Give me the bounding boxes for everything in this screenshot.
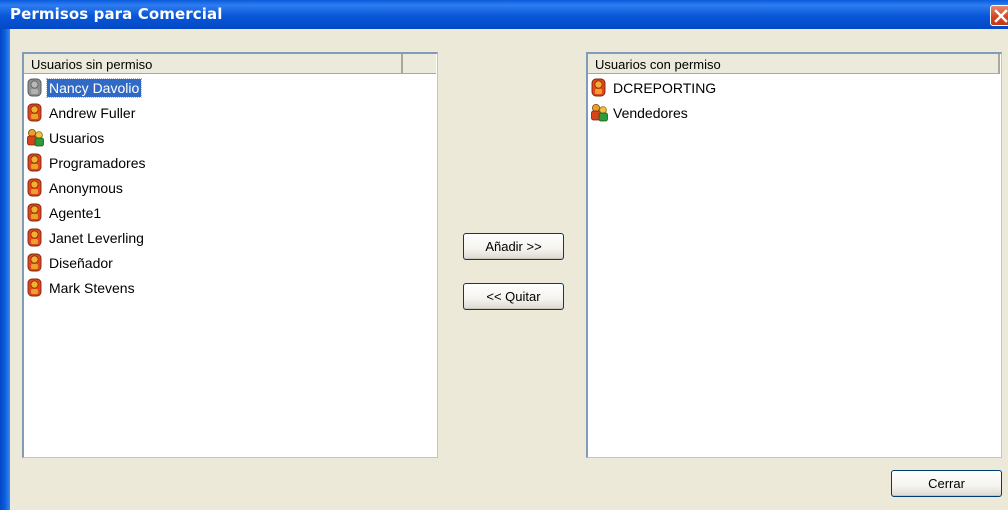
left-items: Nancy Davolio Andrew Fuller Usuarios Progra… <box>26 75 148 300</box>
user-icon <box>26 228 43 247</box>
group-icon <box>26 128 44 147</box>
column-header-users-without-permission[interactable]: Usuarios sin permiso <box>24 54 403 73</box>
user-icon <box>26 178 43 197</box>
users-with-permission-list[interactable]: Usuarios con permiso DCREPORTING Vendedor… <box>586 52 1002 458</box>
user-icon <box>26 103 43 122</box>
remove-button[interactable]: << Quitar <box>463 283 564 310</box>
list-item[interactable]: Programadores <box>26 150 148 175</box>
list-item[interactable]: Anonymous <box>26 175 148 200</box>
list-item[interactable]: DCREPORTING <box>590 75 718 100</box>
right-items: DCREPORTING Vendedores <box>590 75 718 125</box>
list-item[interactable]: Diseñador <box>26 250 148 275</box>
column-header-label: Usuarios con permiso <box>595 57 721 72</box>
user-icon <box>26 278 43 297</box>
add-button[interactable]: Añadir >> <box>463 233 564 260</box>
list-item-label: Andrew Fuller <box>49 104 136 121</box>
user-gray-icon <box>26 78 43 97</box>
close-icon <box>994 9 1008 23</box>
title-bar[interactable]: Permisos para Comercial <box>0 0 1008 29</box>
list-item[interactable]: Andrew Fuller <box>26 100 148 125</box>
column-header-users-with-permission[interactable]: Usuarios con permiso <box>588 54 1000 73</box>
list-item[interactable]: Usuarios <box>26 125 148 150</box>
list-item-label: Anonymous <box>49 179 123 196</box>
close-button[interactable]: Cerrar <box>891 470 1002 497</box>
list-item-label: Agente1 <box>49 204 102 221</box>
list-header: Usuarios sin permiso <box>24 54 436 74</box>
column-header-label: Usuarios sin permiso <box>31 57 153 72</box>
close-window-button[interactable] <box>990 5 1008 26</box>
user-icon <box>590 78 607 97</box>
list-item-label: Usuarios <box>49 129 105 146</box>
user-icon <box>26 253 43 272</box>
window-title: Permisos para Comercial <box>10 5 223 23</box>
list-item[interactable]: Janet Leverling <box>26 225 148 250</box>
permissions-dialog: Permisos para Comercial Usuarios sin per… <box>0 0 1008 510</box>
list-item-label: Janet Leverling <box>49 229 144 246</box>
list-item[interactable]: Mark Stevens <box>26 275 148 300</box>
list-item-label: DCREPORTING <box>613 79 717 96</box>
list-item-label: Programadores <box>49 154 146 171</box>
user-icon <box>26 203 43 222</box>
group-icon <box>590 103 608 122</box>
list-item[interactable]: Nancy Davolio <box>26 75 148 100</box>
list-header: Usuarios con permiso <box>588 54 1000 74</box>
list-item-label: Vendedores <box>613 104 688 121</box>
user-icon <box>26 153 43 172</box>
list-item-label: Mark Stevens <box>49 279 135 296</box>
list-item-label: Nancy Davolio <box>45 77 143 98</box>
list-item-label: Diseñador <box>49 254 113 271</box>
list-item[interactable]: Agente1 <box>26 200 148 225</box>
window-left-border <box>0 29 10 510</box>
list-item[interactable]: Vendedores <box>590 100 718 125</box>
users-without-permission-list[interactable]: Usuarios sin permiso Nancy Davolio Andrew… <box>22 52 438 458</box>
